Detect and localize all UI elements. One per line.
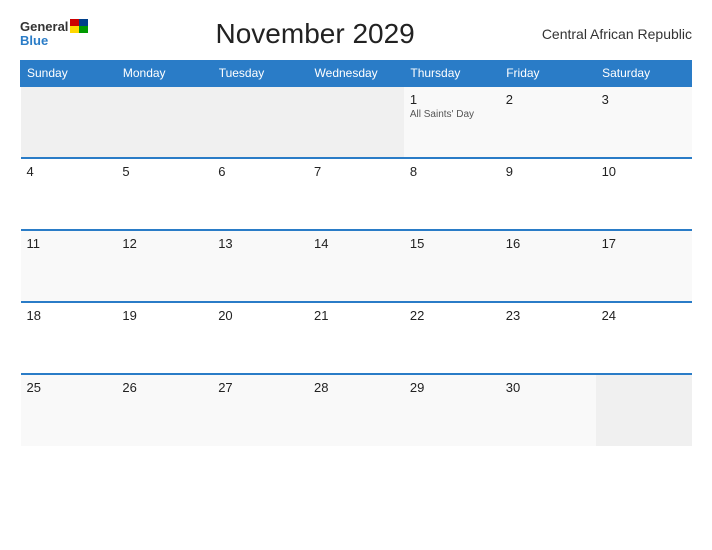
table-row: 1 All Saints' Day <box>404 86 500 158</box>
day-number: 3 <box>602 92 686 107</box>
day-number: 18 <box>27 308 111 323</box>
table-row: 29 <box>404 374 500 446</box>
logo-general-text: General <box>20 20 68 34</box>
page-title: November 2029 <box>88 18 541 50</box>
day-number: 14 <box>314 236 398 251</box>
table-row <box>308 86 404 158</box>
table-row: 28 <box>308 374 404 446</box>
table-row: 4 <box>21 158 117 230</box>
calendar-week-row: 18 19 20 21 22 23 24 <box>21 302 692 374</box>
day-number: 28 <box>314 380 398 395</box>
calendar-table: Sunday Monday Tuesday Wednesday Thursday… <box>20 60 692 446</box>
table-row: 19 <box>116 302 212 374</box>
logo-flag-icon <box>70 19 88 33</box>
table-row: 8 <box>404 158 500 230</box>
day-number: 19 <box>122 308 206 323</box>
day-number: 27 <box>218 380 302 395</box>
day-number: 20 <box>218 308 302 323</box>
day-number: 13 <box>218 236 302 251</box>
day-number: 9 <box>506 164 590 179</box>
calendar-header-row: Sunday Monday Tuesday Wednesday Thursday… <box>21 61 692 87</box>
table-row <box>212 86 308 158</box>
table-row <box>596 374 692 446</box>
day-number: 21 <box>314 308 398 323</box>
day-number: 25 <box>27 380 111 395</box>
day-number: 1 <box>410 92 494 107</box>
day-number: 30 <box>506 380 590 395</box>
logo: General Blue <box>20 20 88 49</box>
table-row: 5 <box>116 158 212 230</box>
day-number: 16 <box>506 236 590 251</box>
calendar-page: General Blue November 2029 Central Afric… <box>0 0 712 550</box>
table-row: 15 <box>404 230 500 302</box>
col-monday: Monday <box>116 61 212 87</box>
table-row: 20 <box>212 302 308 374</box>
table-row: 9 <box>500 158 596 230</box>
table-row: 22 <box>404 302 500 374</box>
country-name: Central African Republic <box>542 26 692 42</box>
col-friday: Friday <box>500 61 596 87</box>
table-row: 17 <box>596 230 692 302</box>
table-row: 12 <box>116 230 212 302</box>
day-number: 17 <box>602 236 686 251</box>
day-number: 22 <box>410 308 494 323</box>
header: General Blue November 2029 Central Afric… <box>20 18 692 50</box>
table-row: 24 <box>596 302 692 374</box>
table-row: 16 <box>500 230 596 302</box>
table-row: 11 <box>21 230 117 302</box>
col-saturday: Saturday <box>596 61 692 87</box>
col-thursday: Thursday <box>404 61 500 87</box>
day-number: 11 <box>27 236 111 251</box>
table-row: 13 <box>212 230 308 302</box>
table-row: 30 <box>500 374 596 446</box>
table-row: 26 <box>116 374 212 446</box>
table-row <box>116 86 212 158</box>
table-row: 25 <box>21 374 117 446</box>
col-tuesday: Tuesday <box>212 61 308 87</box>
day-number: 12 <box>122 236 206 251</box>
day-number: 10 <box>602 164 686 179</box>
day-number: 7 <box>314 164 398 179</box>
day-number: 5 <box>122 164 206 179</box>
day-number: 4 <box>27 164 111 179</box>
calendar-week-row: 11 12 13 14 15 16 17 <box>21 230 692 302</box>
day-number: 24 <box>602 308 686 323</box>
day-number: 29 <box>410 380 494 395</box>
table-row: 3 <box>596 86 692 158</box>
table-row: 10 <box>596 158 692 230</box>
col-sunday: Sunday <box>21 61 117 87</box>
calendar-week-row: 25 26 27 28 29 30 <box>21 374 692 446</box>
table-row: 23 <box>500 302 596 374</box>
table-row: 21 <box>308 302 404 374</box>
calendar-week-row: 456789 10 <box>21 158 692 230</box>
day-number: 23 <box>506 308 590 323</box>
calendar-week-row: 1 All Saints' Day 23 <box>21 86 692 158</box>
table-row: 18 <box>21 302 117 374</box>
holiday-label: All Saints' Day <box>410 109 494 120</box>
logo-blue-text: Blue <box>20 34 48 48</box>
day-number: 8 <box>410 164 494 179</box>
table-row: 14 <box>308 230 404 302</box>
table-row: 27 <box>212 374 308 446</box>
col-wednesday: Wednesday <box>308 61 404 87</box>
table-row: 2 <box>500 86 596 158</box>
day-number: 15 <box>410 236 494 251</box>
day-number: 6 <box>218 164 302 179</box>
day-number: 26 <box>122 380 206 395</box>
table-row <box>21 86 117 158</box>
table-row: 6 <box>212 158 308 230</box>
table-row: 7 <box>308 158 404 230</box>
day-number: 2 <box>506 92 590 107</box>
